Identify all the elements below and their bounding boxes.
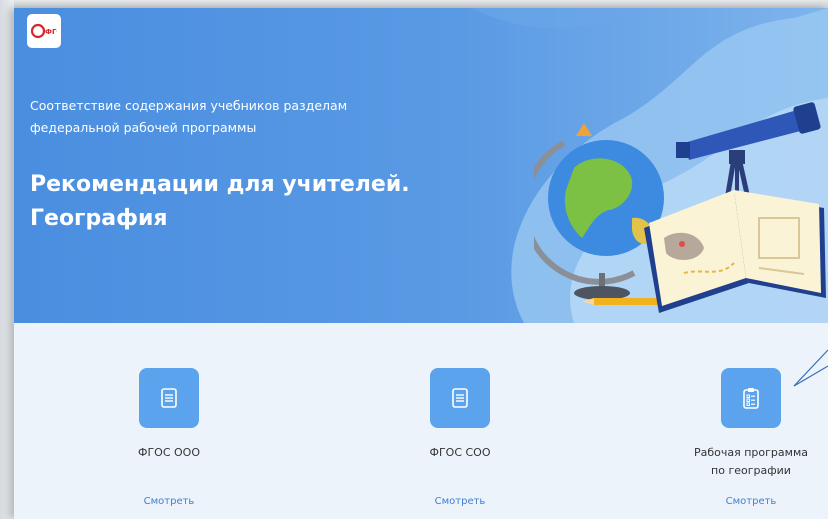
- card-label: Рабочая программа по географии: [651, 444, 828, 480]
- page-title: Рекомендации для учителей. География: [30, 168, 450, 236]
- view-link[interactable]: Смотреть: [651, 496, 828, 507]
- geography-illustration: [534, 102, 826, 313]
- document-icon: [161, 388, 177, 408]
- card-icon-box[interactable]: [430, 368, 490, 428]
- card-label: ФГОС СОО: [429, 446, 491, 459]
- card-label: ФГОС ООО: [138, 446, 200, 459]
- hero-subtitle: Соответствие содержания учебников раздел…: [30, 98, 348, 135]
- fgos-logo[interactable]: ФГОС: [27, 14, 61, 48]
- checklist-icon: [743, 388, 759, 409]
- card-label-line1: Рабочая программа: [694, 446, 808, 459]
- logo-icon: ФГОС: [31, 23, 57, 39]
- globe-icon: [534, 123, 664, 300]
- page-title-line2: География: [30, 206, 168, 231]
- page-title-line1: Рекомендации для учителей.: [30, 172, 410, 197]
- card-icon-box[interactable]: [139, 368, 199, 428]
- view-link[interactable]: Смотреть: [360, 496, 560, 507]
- open-book-icon: [644, 190, 826, 313]
- hero-banner: ФГОС Соответствие содержания учебников р…: [14, 8, 828, 323]
- links-section: ФГОС ООО Смотреть ФГОС СОО Смотреть Рабо…: [14, 323, 828, 519]
- logo-text: ФГОС: [45, 28, 57, 36]
- window-top-edge: [14, 0, 828, 8]
- card-icon-box[interactable]: [721, 368, 781, 428]
- view-link[interactable]: Смотреть: [69, 496, 269, 507]
- document-icon: [452, 388, 468, 408]
- page-frame: ФГОС Соответствие содержания учебников р…: [14, 8, 828, 519]
- card-label-line2: по географии: [711, 464, 791, 477]
- card-fgos-soo[interactable]: ФГОС СОО Смотреть: [360, 368, 560, 507]
- card-fgos-ooo[interactable]: ФГОС ООО Смотреть: [69, 368, 269, 507]
- callout-pointer: [793, 349, 828, 387]
- window-left-edge: [0, 0, 14, 519]
